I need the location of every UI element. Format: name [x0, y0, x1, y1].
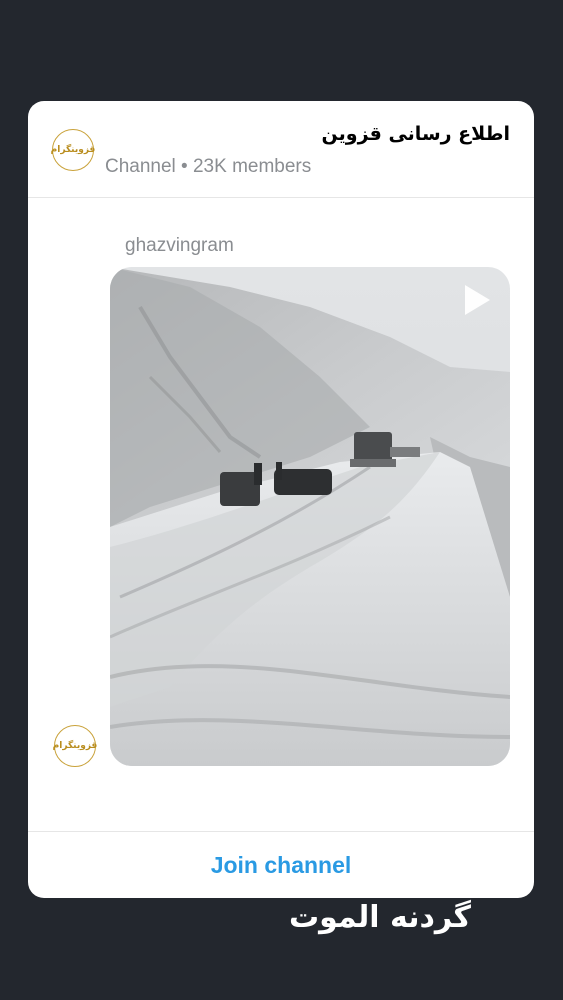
channel-avatar[interactable]: قزوینگرام [50, 129, 96, 171]
channel-preview-card: قزوینگرام اطلاع رسانی قزوین Channel • 23… [28, 101, 534, 898]
snowy-road-image [110, 267, 510, 766]
channel-header[interactable]: قزوینگرام اطلاع رسانی قزوین Channel • 23… [28, 101, 534, 198]
join-channel-button[interactable]: Join channel [211, 852, 352, 879]
story-caption: گردنه الموت [288, 900, 471, 935]
channel-subtitle: Channel • 23K members [105, 156, 312, 177]
video-thumbnail[interactable] [110, 267, 510, 766]
message-avatar[interactable]: قزوینگرام [52, 725, 98, 767]
channel-logo-icon: قزوینگرام [50, 145, 96, 155]
card-footer: Join channel [28, 831, 534, 898]
channel-logo-icon: قزوینگرام [52, 741, 98, 751]
message-author: ghazvingram [125, 235, 234, 256]
channel-title: اطلاع رسانی قزوین [321, 123, 510, 145]
play-icon[interactable] [462, 283, 492, 317]
